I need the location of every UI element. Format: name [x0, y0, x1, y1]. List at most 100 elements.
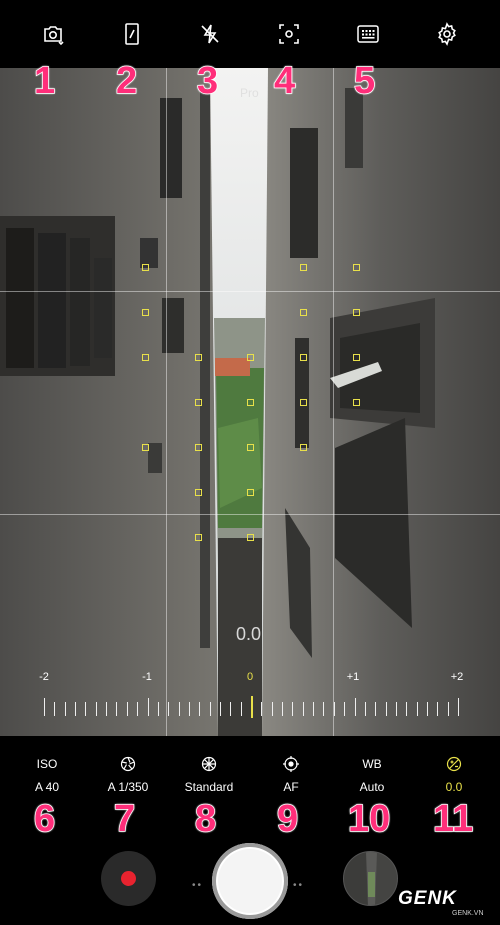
af-point: [142, 444, 149, 451]
af-point: [142, 309, 149, 316]
grid-line: [166, 68, 167, 736]
af-point: [300, 309, 307, 316]
af-point: [353, 354, 360, 361]
ruler-tick: [313, 702, 315, 716]
ruler-tick: [354, 698, 356, 716]
annotation-number: 6: [33, 798, 56, 840]
ruler-tick: [333, 702, 335, 716]
genk-watermark-logo: GENK: [398, 888, 457, 909]
ruler-tick: [157, 702, 159, 716]
af-point: [195, 444, 202, 451]
color-tone-control[interactable]: Standard: [174, 756, 244, 794]
grid-line: [333, 68, 334, 736]
ruler-tick: [188, 702, 190, 716]
ruler-tick: [137, 702, 139, 716]
white-balance-control[interactable]: WB Auto: [337, 756, 407, 794]
color-tone-icon: [174, 756, 244, 772]
annotation-number: 5: [353, 60, 376, 102]
ev-readout: 0.0: [236, 624, 262, 644]
ruler-tick: [323, 702, 325, 716]
mode-indicator-dots-right: ••: [293, 880, 305, 891]
focus-icon: [256, 756, 326, 772]
timer-grid-icon[interactable]: [356, 22, 380, 46]
exposure-ruler-slider[interactable]: [44, 696, 459, 720]
exposure-value: 0.0: [445, 780, 463, 794]
ruler-tick: [230, 702, 232, 716]
ruler-tick: [209, 702, 211, 716]
af-point: [353, 264, 360, 271]
record-video-button[interactable]: [101, 851, 156, 906]
aspect-ratio-icon[interactable]: [120, 22, 144, 46]
ruler-label-zero: 0: [246, 671, 254, 683]
af-point: [195, 534, 202, 541]
settings-gear-icon[interactable]: [435, 22, 459, 46]
af-point: [247, 399, 254, 406]
ruler-tick: [54, 702, 56, 716]
exposure-icon: [419, 756, 489, 772]
ruler-tick: [406, 702, 408, 716]
ruler-tick: [240, 702, 242, 716]
annotation-number: 9: [276, 798, 299, 840]
af-point: [195, 399, 202, 406]
af-point: [300, 354, 307, 361]
ruler-label-plus-1: +1: [346, 671, 360, 683]
af-point: [300, 399, 307, 406]
ruler-tick: [447, 702, 449, 716]
gallery-preview-image: [344, 852, 397, 905]
iso-value: A 40: [34, 780, 60, 794]
ruler-tick: [416, 702, 418, 716]
shutter-speed-value: A 1/350: [107, 780, 149, 794]
ruler-tick: [261, 702, 263, 716]
shutter-speed-control[interactable]: A 1/350: [93, 756, 163, 794]
mode-indicator-dots-left: ••: [192, 880, 204, 891]
af-point: [353, 309, 360, 316]
grid-line: [0, 291, 500, 292]
shutter-icon: [218, 849, 282, 913]
ruler-tick: [375, 702, 377, 716]
ruler-tick: [64, 702, 66, 716]
ruler-tick: [271, 702, 273, 716]
ruler-tick: [426, 702, 428, 716]
annotation-number: 10: [347, 798, 391, 840]
ruler-tick: [106, 702, 108, 716]
focus-value: AF: [283, 780, 299, 794]
ruler-tick: [199, 702, 201, 716]
annotation-number: 3: [196, 60, 219, 102]
ruler-tick: [219, 702, 221, 716]
gallery-thumbnail[interactable]: [343, 851, 398, 906]
af-point: [300, 264, 307, 271]
af-point: [195, 489, 202, 496]
switch-camera-icon[interactable]: [41, 22, 65, 46]
shutter-button[interactable]: [212, 843, 288, 919]
ruler-tick: [168, 702, 170, 716]
aperture-icon: [93, 756, 163, 772]
ruler-tick: [395, 702, 397, 716]
ruler-tick: [116, 702, 118, 716]
ruler-tick: [126, 702, 128, 716]
ruler-tick: [437, 702, 439, 716]
af-point: [353, 399, 360, 406]
annotation-number: 11: [432, 798, 474, 840]
ruler-tick: [302, 702, 304, 716]
annotation-number: 8: [194, 798, 217, 840]
af-point: [195, 354, 202, 361]
af-point: [247, 354, 254, 361]
focus-control[interactable]: AF: [256, 756, 326, 794]
wb-value: Auto: [359, 780, 385, 794]
top-toolbar: [0, 0, 500, 68]
af-point: [142, 264, 149, 271]
af-point: [247, 489, 254, 496]
annotation-number: 2: [115, 60, 138, 102]
ruler-label-minus-1: -1: [142, 671, 152, 683]
ruler-label-minus-2: -2: [39, 671, 49, 683]
metering-mode-icon[interactable]: [277, 22, 301, 46]
ruler-tick: [282, 702, 284, 716]
exposure-control[interactable]: 0.0: [419, 756, 489, 794]
iso-control[interactable]: ISO A 40: [12, 756, 82, 794]
ruler-tick: [292, 702, 294, 716]
flash-off-icon[interactable]: [198, 22, 222, 46]
iso-label: ISO: [36, 757, 58, 771]
ruler-tick: [385, 702, 387, 716]
ruler-tick: [95, 702, 97, 716]
annotation-number: 4: [273, 60, 296, 102]
